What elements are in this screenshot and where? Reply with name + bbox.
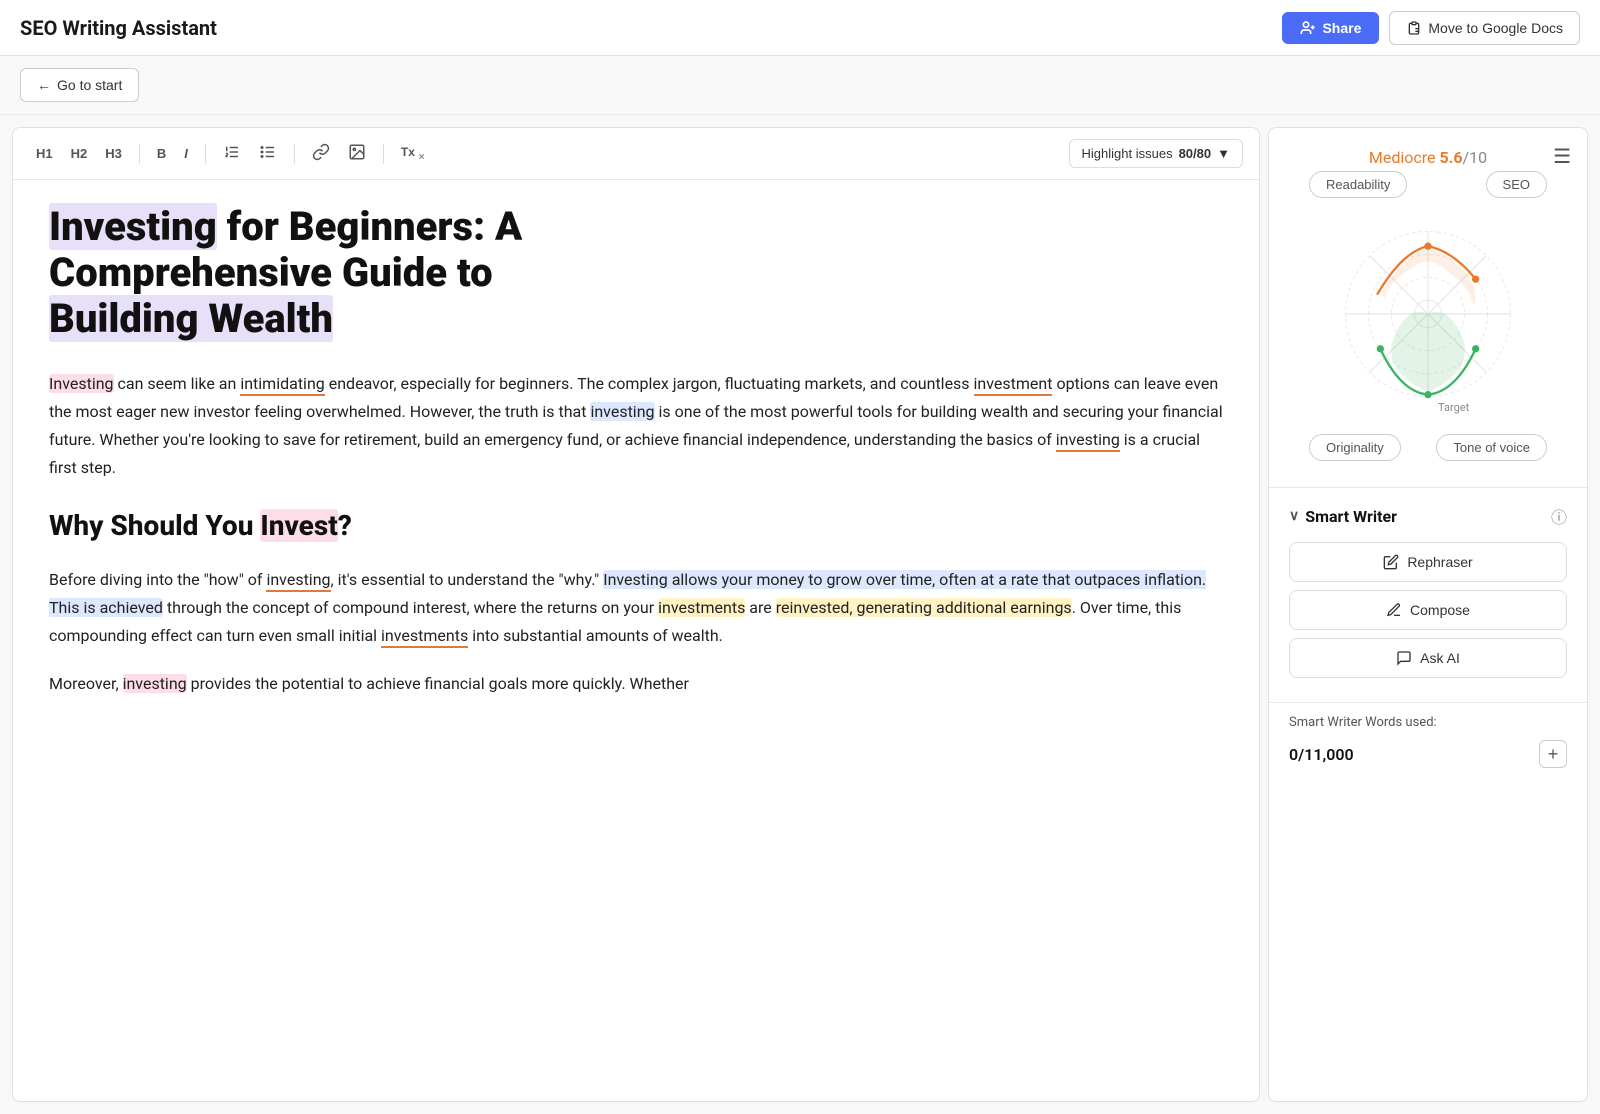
three-dot-menu[interactable]: ☰ bbox=[1553, 144, 1571, 168]
editor-panel: H1 H2 H3 B I Tx ✕ bbox=[12, 127, 1260, 1102]
info-icon[interactable]: ⓘ bbox=[1551, 504, 1567, 528]
highlight-investing-3: investing bbox=[1056, 430, 1120, 452]
highlight-label: Highlight issues bbox=[1082, 146, 1173, 161]
ask-ai-button[interactable]: Ask AI bbox=[1289, 638, 1567, 678]
ordered-list-button[interactable] bbox=[216, 138, 248, 169]
compose-button[interactable]: Compose bbox=[1289, 590, 1567, 630]
tab-readability[interactable]: Readability bbox=[1309, 171, 1407, 198]
highlight-investing-2: investing bbox=[590, 402, 654, 421]
article-paragraph-3: Moreover, investing provides the potenti… bbox=[49, 670, 1223, 698]
radar-bottom-tabs: Originality Tone of voice bbox=[1289, 434, 1567, 477]
header-actions: Share Move to Google Docs bbox=[1282, 11, 1580, 45]
highlight-investment-1: investment bbox=[974, 374, 1053, 396]
radar-chart-container: Target bbox=[1289, 204, 1567, 434]
link-icon bbox=[312, 143, 330, 161]
highlight-investing-4: investing bbox=[266, 570, 330, 592]
highlight-intimidating: intimidating bbox=[240, 374, 324, 396]
ol-icon bbox=[223, 143, 241, 161]
compose-icon bbox=[1386, 602, 1402, 618]
score-label: Mediocre 5.6/10 bbox=[1289, 148, 1567, 167]
app-title: SEO Writing Assistant bbox=[20, 16, 217, 40]
highlight-reinvested: reinvested, generating additional earnin… bbox=[776, 598, 1072, 617]
go-to-start-button[interactable]: ← Go to start bbox=[20, 68, 139, 102]
h2-button[interactable]: H2 bbox=[64, 141, 95, 166]
add-words-button[interactable]: + bbox=[1539, 740, 1567, 768]
google-docs-icon bbox=[1406, 20, 1422, 36]
article-paragraph-1: Investing can seem like an intimidating … bbox=[49, 370, 1223, 482]
rephraser-button[interactable]: Rephraser bbox=[1289, 542, 1567, 582]
google-docs-button[interactable]: Move to Google Docs bbox=[1389, 11, 1580, 45]
article-title: Investing for Beginners: A Comprehensive… bbox=[49, 204, 1223, 342]
link-button[interactable] bbox=[305, 138, 337, 169]
words-used-row: 0/11,000 + bbox=[1289, 740, 1567, 768]
highlight-investments-1: investments bbox=[658, 598, 745, 617]
toolbar-separator-1 bbox=[139, 144, 140, 164]
image-button[interactable] bbox=[341, 138, 373, 169]
ul-icon bbox=[259, 143, 277, 161]
smart-writer-title: ∨ Smart Writer bbox=[1289, 507, 1397, 526]
italic-button[interactable]: I bbox=[177, 141, 195, 166]
share-button[interactable]: Share bbox=[1282, 12, 1379, 44]
words-count: 0/11,000 bbox=[1289, 745, 1354, 764]
title-highlight-1: Investing bbox=[49, 203, 217, 250]
clear-format-button[interactable]: Tx ✕ bbox=[394, 140, 432, 166]
share-icon bbox=[1300, 20, 1316, 36]
image-icon bbox=[348, 143, 366, 161]
clear-format-label: Tx bbox=[401, 145, 415, 159]
score-section: ☰ Mediocre 5.6/10 Readability SEO bbox=[1269, 128, 1587, 487]
score-out-of: /10 bbox=[1463, 148, 1488, 167]
unordered-list-button[interactable] bbox=[252, 138, 284, 169]
tab-seo[interactable]: SEO bbox=[1486, 171, 1547, 198]
right-panel: ☰ Mediocre 5.6/10 Readability SEO bbox=[1268, 127, 1588, 1102]
h3-button[interactable]: H3 bbox=[98, 141, 129, 166]
editor-toolbar: H1 H2 H3 B I Tx ✕ bbox=[13, 128, 1259, 180]
tab-tone-of-voice[interactable]: Tone of voice bbox=[1436, 434, 1547, 461]
toolbar-separator-3 bbox=[294, 144, 295, 164]
article-paragraph-2: Before diving into the "how" of investin… bbox=[49, 566, 1223, 650]
toolbar-separator-4 bbox=[383, 144, 384, 164]
smart-writer-section: ∨ Smart Writer ⓘ Rephraser Compose Ask A… bbox=[1269, 487, 1587, 702]
words-used-label: Smart Writer Words used: bbox=[1289, 715, 1567, 730]
subheader: ← Go to start bbox=[0, 56, 1600, 115]
target-label: Target bbox=[1438, 401, 1469, 414]
highlight-investing-1: Investing bbox=[49, 374, 114, 393]
highlight-invest: Invest bbox=[260, 509, 337, 542]
highlight-investing-6: investing bbox=[123, 674, 187, 693]
collapse-icon[interactable]: ∨ bbox=[1289, 508, 1299, 524]
words-used-section: Smart Writer Words used: 0/11,000 + bbox=[1269, 702, 1587, 780]
bold-button[interactable]: B bbox=[150, 141, 173, 166]
main-layout: H1 H2 H3 B I Tx ✕ bbox=[0, 115, 1600, 1114]
dropdown-arrow-icon: ▼ bbox=[1217, 146, 1230, 161]
tab-originality[interactable]: Originality bbox=[1309, 434, 1401, 461]
h1-button[interactable]: H1 bbox=[29, 141, 60, 166]
clear-format-x: ✕ bbox=[418, 153, 425, 162]
word-count: 80/80 bbox=[1179, 146, 1212, 161]
title-highlight-2: Building Wealth bbox=[49, 295, 333, 342]
article-h2-1: Why Should You Invest? bbox=[49, 502, 1223, 550]
highlight-dropdown[interactable]: Highlight issues 80/80 ▼ bbox=[1069, 139, 1243, 168]
highlight-investments-2: investments bbox=[381, 626, 468, 648]
radar-chart bbox=[1318, 204, 1538, 424]
app-header: SEO Writing Assistant Share Move to Goog… bbox=[0, 0, 1600, 56]
rephraser-icon bbox=[1383, 554, 1399, 570]
editor-content[interactable]: Investing for Beginners: A Comprehensive… bbox=[13, 180, 1259, 1101]
radar-top-tabs: Readability SEO bbox=[1289, 171, 1567, 198]
arrow-left-icon: ← bbox=[37, 77, 51, 93]
score-value: 5.6 bbox=[1440, 148, 1463, 167]
smart-writer-header: ∨ Smart Writer ⓘ bbox=[1289, 504, 1567, 528]
smart-writer-label: Smart Writer bbox=[1305, 507, 1397, 526]
ask-ai-icon bbox=[1396, 650, 1412, 666]
toolbar-separator-2 bbox=[205, 144, 206, 164]
